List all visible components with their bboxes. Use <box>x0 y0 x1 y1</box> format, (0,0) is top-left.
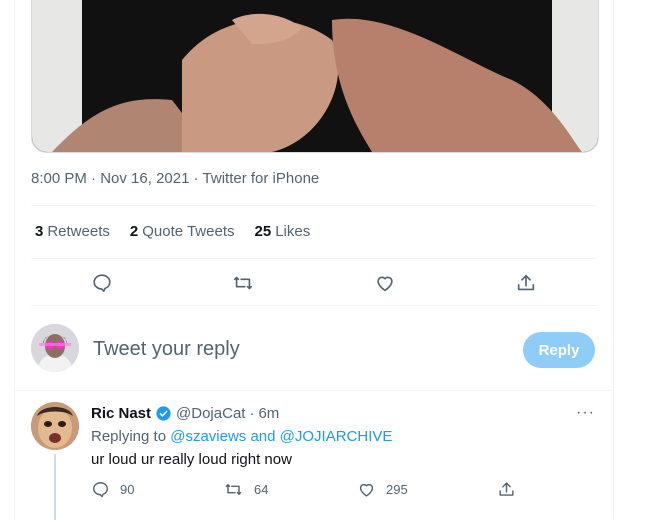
reply-action-bar: 90 64 295 <box>91 480 591 502</box>
reply-share-action[interactable] <box>497 480 516 499</box>
replying-to: Replying to @szaviews and @JOJIARCHIVE <box>91 428 392 445</box>
tweet-time: 8:00 PM <box>31 170 87 187</box>
tweet-date: Nov 16, 2021 <box>100 170 190 187</box>
quote-count: 2 <box>129 223 139 240</box>
tweet-source[interactable]: Twitter for iPhone <box>203 170 320 187</box>
reply-author-name[interactable]: Ric Nast <box>91 405 151 422</box>
reply-header: Ric Nast @DojaCat · 6m <box>91 405 279 422</box>
likes-stat[interactable]: 25 Likes <box>255 223 311 240</box>
meta-dot: · <box>193 170 199 187</box>
retweet-count: 64 <box>254 482 269 497</box>
reply-icon[interactable] <box>89 270 115 296</box>
like-icon <box>357 480 376 499</box>
replying-prefix: Replying to <box>91 428 167 445</box>
reply-like-action[interactable]: 295 <box>357 480 408 499</box>
retweets-label: Retweets <box>47 223 110 240</box>
divider <box>31 305 597 306</box>
share-icon <box>497 480 516 499</box>
retweet-icon <box>223 480 244 499</box>
avatar[interactable] <box>31 324 79 372</box>
quote-tweets-stat[interactable]: 2 Quote Tweets <box>130 223 235 240</box>
tweet-action-bar <box>31 266 597 300</box>
retweets-stat[interactable]: 3 Retweets <box>35 223 110 240</box>
reply-composer: Tweet your reply Reply <box>31 324 597 374</box>
reply-input[interactable]: Tweet your reply <box>93 338 240 361</box>
quote-label: Quote Tweets <box>142 223 235 240</box>
reply-icon <box>91 480 110 499</box>
retweets-count: 3 <box>35 223 44 240</box>
verified-badge-icon <box>155 405 172 422</box>
reply-time[interactable]: 6m <box>258 405 279 422</box>
reply-author-handle[interactable]: @DojaCat <box>176 405 245 422</box>
meta-dot: · <box>249 405 255 422</box>
tweet-photo[interactable] <box>31 0 599 153</box>
reply-button[interactable]: Reply <box>523 332 595 368</box>
likes-count: 25 <box>254 223 272 240</box>
divider <box>31 258 597 259</box>
reply-text: ur loud ur really loud right now <box>91 451 292 468</box>
reply-retweet-action[interactable]: 64 <box>223 480 268 499</box>
retweet-icon[interactable] <box>230 270 256 296</box>
meta-dot: · <box>91 170 97 187</box>
thread-line <box>54 454 56 520</box>
tweet-stats: 3 Retweets 2 Quote Tweets 25 Likes <box>35 223 310 240</box>
divider <box>15 390 612 391</box>
replying-to-users[interactable]: @szaviews and @JOJIARCHIVE <box>170 428 392 445</box>
like-count: 295 <box>386 482 408 497</box>
reply-count: 90 <box>120 482 135 497</box>
share-icon[interactable] <box>513 270 539 296</box>
likes-label: Likes <box>275 223 311 240</box>
more-options-icon[interactable]: ··· <box>576 404 595 422</box>
divider <box>31 205 597 206</box>
reply-reply-action[interactable]: 90 <box>91 480 134 499</box>
reply-tweet[interactable]: Ric Nast @DojaCat · 6m ··· Replying to @… <box>31 402 597 520</box>
like-icon[interactable] <box>372 270 398 296</box>
avatar[interactable] <box>31 402 79 450</box>
tweet-timestamp[interactable]: 8:00 PM · Nov 16, 2021 · Twitter for iPh… <box>31 170 319 187</box>
